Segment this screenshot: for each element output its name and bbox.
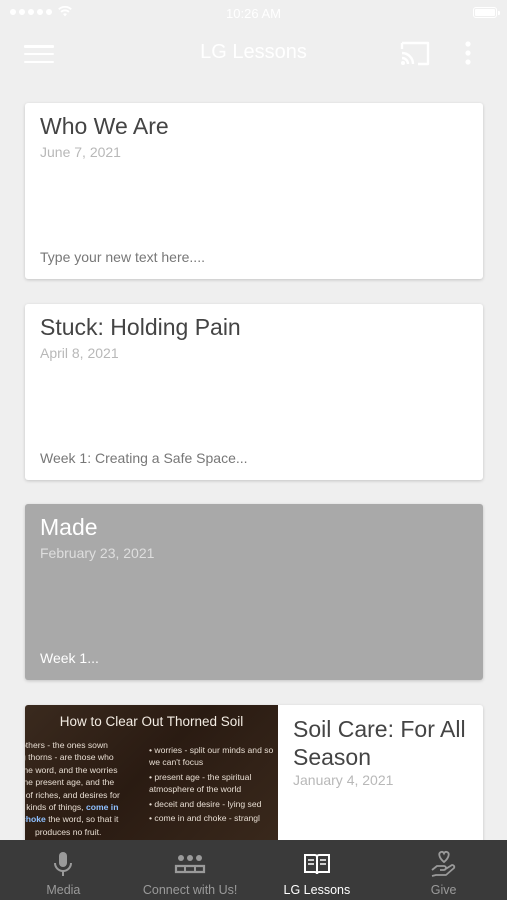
tab-lg-lessons[interactable]: LG Lessons xyxy=(254,840,381,900)
group-icon xyxy=(175,855,206,874)
thumbnail-scripture-text: others - the ones sown g thorns - are th… xyxy=(25,740,120,837)
more-vertical-icon[interactable] xyxy=(456,40,480,68)
lesson-date: June 7, 2021 xyxy=(40,144,121,160)
thumbnail-title: How to Clear Out Thorned Soil xyxy=(59,714,244,729)
tab-label: LG Lessons xyxy=(283,883,351,897)
lesson-excerpt: Type your new text here.... xyxy=(40,249,205,265)
cast-icon[interactable] xyxy=(399,40,431,68)
thumbnail-bullet-list: • worries - split our minds and so we ca… xyxy=(149,745,274,824)
tab-give[interactable]: Give xyxy=(380,840,507,900)
app-bar: LG Lessons xyxy=(0,28,507,80)
microphone-icon xyxy=(54,852,73,876)
battery-icon xyxy=(473,7,500,18)
lesson-title: Who We Are xyxy=(40,113,169,139)
tab-connect[interactable]: Connect with Us! xyxy=(127,840,254,900)
book-icon xyxy=(303,854,330,875)
tab-label: Connect with Us! xyxy=(142,883,238,897)
lesson-title: Made xyxy=(40,514,98,540)
give-hand-heart-icon xyxy=(431,850,455,877)
lesson-excerpt: Week 1... xyxy=(40,650,99,666)
lesson-title: Stuck: Holding Pain xyxy=(40,314,241,340)
lesson-date: April 8, 2021 xyxy=(40,345,119,361)
tab-label: Media xyxy=(46,883,81,897)
status-time: 10:26 AM xyxy=(226,6,281,21)
tab-media[interactable]: Media xyxy=(0,840,127,900)
lesson-card[interactable]: Who We Are June 7, 2021 Type your new te… xyxy=(25,103,483,279)
lesson-date: January 4, 2021 xyxy=(293,772,394,788)
lesson-card-selected[interactable]: Made February 23, 2021 Week 1... xyxy=(25,504,483,680)
lesson-date: February 23, 2021 xyxy=(40,545,155,561)
lesson-card[interactable]: Stuck: Holding Pain April 8, 2021 Week 1… xyxy=(25,304,483,480)
bottom-tab-bar: Media Connect with Us! LG Lessons Give xyxy=(0,840,507,900)
tab-label: Give xyxy=(430,883,457,897)
lesson-excerpt: Week 1: Creating a Safe Space... xyxy=(40,450,248,466)
status-bar: 10:26 AM xyxy=(0,0,507,28)
lesson-title: Soil Care: For All Season xyxy=(293,716,466,770)
